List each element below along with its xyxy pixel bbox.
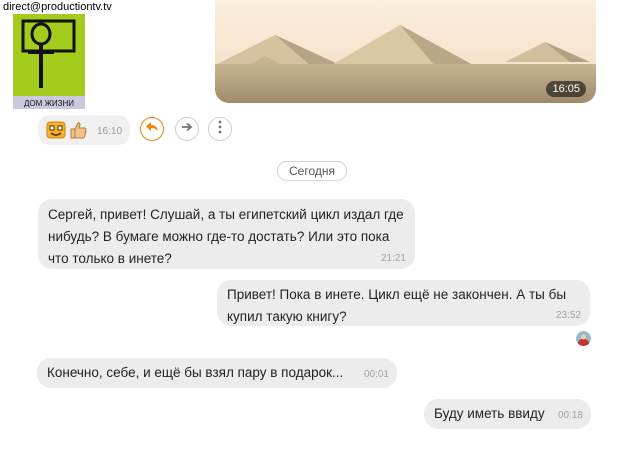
thumbs-up-icon [68,120,88,145]
vertical-dots-icon [218,120,222,139]
message-timestamp: 23:52 [555,310,581,321]
photo-attachment[interactable]: 16:05 [215,0,596,103]
photo-timestamp: 16:05 [546,81,586,97]
forward-arrow-icon [181,120,193,138]
message-text: Конечно, себе, и ещё бы взял пару в пода… [47,365,344,380]
message-bubble-outgoing[interactable]: Буду иметь ввиду 00:18 [424,399,591,429]
sticker-message[interactable]: 16:10 [38,115,130,145]
message-text: Буду иметь ввиду [434,406,545,421]
message-bubble-incoming[interactable]: Сергей, привет! Слушай, а ты египетский … [38,199,415,269]
avatar[interactable]: ДОМ ЖИЗНИ [13,14,85,109]
reply-arrow-icon [145,120,159,138]
message-text: Сергей, привет! Слушай, а ты египетский … [48,207,404,266]
date-separator: Сегодня [277,161,347,181]
reply-button[interactable] [140,117,164,141]
message-timestamp: 00:18 [557,410,583,421]
message-bubble-incoming[interactable]: Конечно, себе, и ещё бы взял пару в пода… [37,358,397,388]
logo-caption: ДОМ ЖИЗНИ [24,99,74,108]
message-timestamp: 00:01 [363,369,389,380]
more-options-button[interactable] [208,117,232,141]
message-text: Привет! Пока в инете. Цикл ещё не законч… [227,287,567,324]
message-timestamp: 16:10 [97,126,123,137]
forward-button[interactable] [175,117,199,141]
smiley-sticker-icon [46,121,66,144]
read-receipt-avatar [576,331,591,346]
message-timestamp: 21:21 [380,253,406,264]
sender-email: direct@productiontv.tv [0,0,115,15]
message-bubble-outgoing[interactable]: Привет! Пока в инете. Цикл ещё не законч… [217,280,590,326]
